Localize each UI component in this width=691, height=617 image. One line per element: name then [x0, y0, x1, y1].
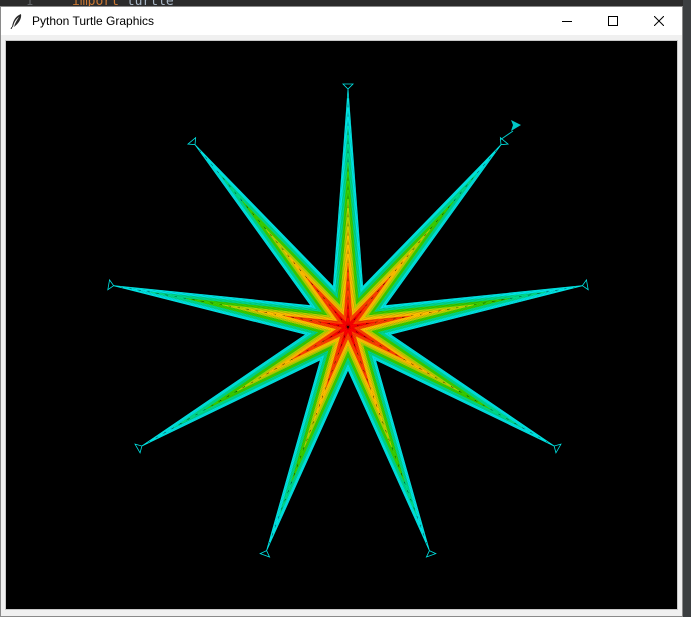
star-tip-marker	[425, 550, 437, 558]
background-editor-scrollbar	[683, 0, 691, 617]
turtle-window: Python Turtle Graphics	[0, 6, 683, 617]
star-tip-marker	[259, 550, 271, 558]
star-tip-marker	[186, 136, 197, 146]
star-tip-marker	[134, 443, 143, 454]
maximize-icon	[608, 16, 618, 26]
turtle-cursor	[511, 120, 521, 131]
star-tip-marker	[107, 278, 115, 291]
minimize-button[interactable]	[544, 7, 590, 35]
maximize-button[interactable]	[590, 7, 636, 35]
star-tip-marker	[581, 278, 589, 291]
close-button[interactable]	[636, 7, 682, 35]
window-title: Python Turtle Graphics	[32, 14, 155, 28]
star-tip-marker	[553, 443, 562, 454]
close-icon	[654, 16, 664, 26]
turtle-canvas[interactable]	[5, 40, 678, 610]
minimize-icon	[562, 21, 572, 22]
title-bar[interactable]: Python Turtle Graphics	[1, 7, 682, 35]
feather-icon	[10, 13, 24, 30]
turtle-trail	[499, 130, 514, 141]
turtle-drawing	[107, 83, 589, 558]
star-tip-marker	[342, 83, 354, 90]
